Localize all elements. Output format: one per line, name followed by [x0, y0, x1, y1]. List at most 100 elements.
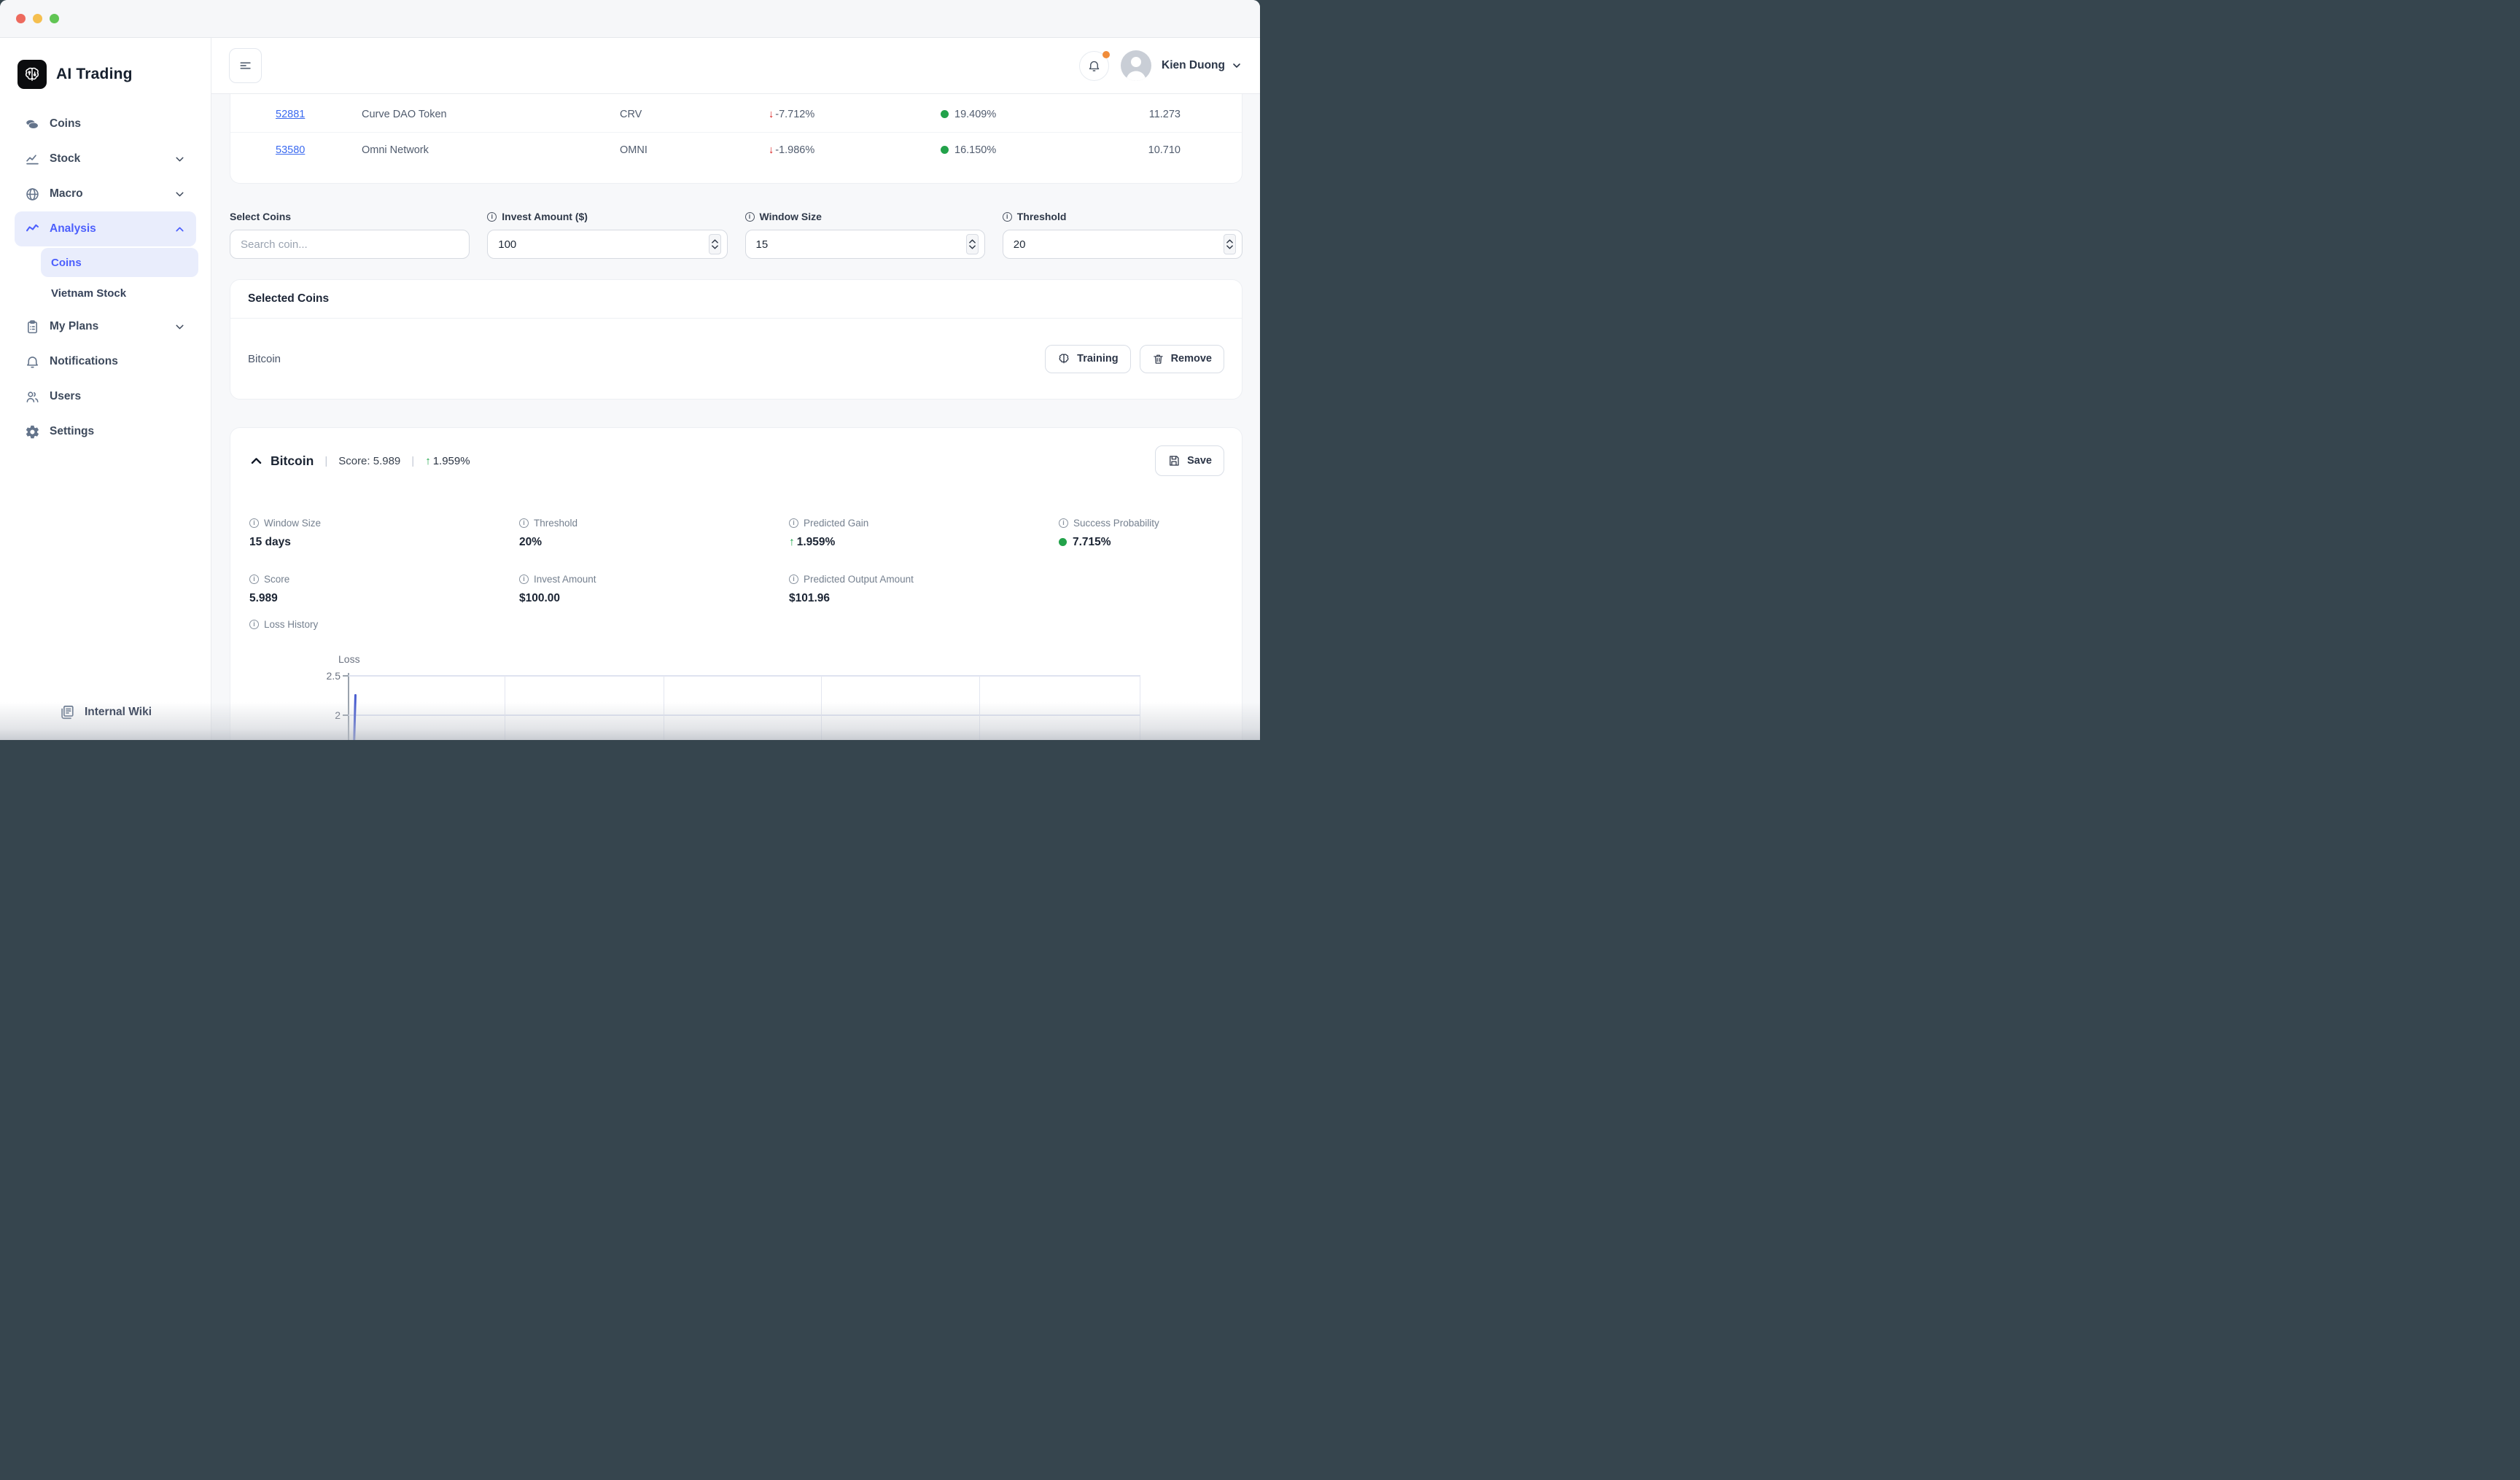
window-size-label: Window Size [745, 210, 985, 223]
threshold-label: Threshold [1003, 210, 1242, 223]
stat-score: Score 5.989 [249, 573, 519, 605]
stock-chart-icon [25, 152, 40, 167]
sidebar-item-label: Coins [50, 117, 81, 131]
info-icon [249, 518, 259, 528]
trend-down-icon [769, 109, 774, 120]
sidebar-subitem-label: Vietnam Stock [51, 287, 126, 300]
sidebar-item-label: Users [50, 390, 81, 403]
loss-series-line [353, 694, 357, 740]
sidebar-subitem-analysis-coins[interactable]: Coins [41, 248, 198, 277]
sidebar-item-notifications[interactable]: Notifications [15, 344, 196, 379]
window-size-input[interactable] [745, 230, 985, 259]
gridline-h [349, 675, 1140, 677]
selected-coin-row: Bitcoin Training [230, 319, 1242, 399]
save-button[interactable]: Save [1155, 445, 1224, 476]
info-icon [249, 620, 259, 629]
y-axis-line [348, 673, 349, 740]
info-icon [519, 575, 529, 584]
chevron-down-icon [1231, 60, 1242, 71]
sidebar-item-macro[interactable]: Macro [15, 176, 196, 211]
stat-success-probability: Success Probability 7.715% [1059, 517, 1260, 549]
loss-chart: Loss 2.5 2 [249, 641, 1224, 740]
stat-invest-amount: Invest Amount $100.00 [519, 573, 789, 605]
info-icon [249, 575, 259, 584]
sidebar-item-label: Settings [50, 425, 94, 438]
brand: AI Trading [0, 58, 211, 90]
search-coin-input[interactable] [230, 230, 470, 259]
gear-icon [25, 424, 40, 440]
info-icon [745, 212, 755, 222]
table-row[interactable]: 52881 Curve DAO Token CRV -7.712% 19.409… [230, 97, 1242, 132]
macos-titlebar [0, 0, 1260, 38]
invest-amount-label: Invest Amount ($) [487, 210, 727, 223]
menu-toggle-button[interactable] [229, 48, 262, 83]
info-icon [519, 518, 529, 528]
wiki-pages-icon [59, 704, 75, 720]
coin-value-cell: 10.710 [1145, 144, 1181, 156]
coin-panel-gain: 1.959% [425, 455, 470, 467]
chevron-down-icon [174, 153, 186, 165]
user-name: Kien Duong [1162, 59, 1225, 72]
coin-id-link[interactable]: 53580 [276, 144, 305, 156]
remove-button[interactable]: Remove [1140, 345, 1224, 373]
green-dot-icon [941, 110, 949, 118]
trend-up-icon [789, 536, 795, 548]
threshold-input[interactable] [1003, 230, 1242, 259]
coin-probability-cell: 16.150% [941, 144, 1145, 156]
trend-down-icon [769, 144, 774, 156]
sidebar-item-my-plans[interactable]: My Plans [15, 309, 196, 344]
number-stepper[interactable] [966, 234, 979, 254]
stat-window-size: Window Size 15 days [249, 517, 519, 549]
notifications-button[interactable] [1079, 51, 1109, 81]
bell-icon [25, 354, 40, 370]
invest-amount-input[interactable] [487, 230, 727, 259]
sidebar-subitem-label: Coins [51, 257, 82, 269]
stat-threshold: Threshold 20% [519, 517, 789, 549]
bitcoin-result-card: Bitcoin Score: 5.989 1.959% Save [230, 427, 1242, 740]
sidebar-nav: Coins Stock [0, 106, 211, 449]
sidebar-item-coins[interactable]: Coins [15, 106, 196, 141]
analysis-controls: Select Coins Invest Amount ($) [230, 210, 1242, 259]
coin-name-cell: Omni Network [362, 144, 620, 156]
table-row[interactable]: 53580 Omni Network OMNI -1.986% 16.150% … [230, 132, 1242, 167]
brain-icon [1057, 352, 1070, 365]
coins-icon [25, 117, 40, 132]
coin-panel-score: Score: 5.989 [338, 455, 400, 467]
window-zoom-button[interactable] [50, 14, 59, 23]
coin-symbol-cell: OMNI [620, 144, 769, 156]
sidebar-item-analysis[interactable]: Analysis [15, 211, 196, 246]
user-menu[interactable]: Kien Duong [1162, 59, 1242, 72]
sidebar-footer-label: Internal Wiki [85, 706, 152, 719]
sidebar-item-stock[interactable]: Stock [15, 141, 196, 176]
info-icon [1059, 518, 1068, 528]
sidebar-item-settings[interactable]: Settings [15, 414, 196, 449]
sidebar-subitem-vietnam-stock[interactable]: Vietnam Stock [41, 279, 198, 308]
window-close-button[interactable] [16, 14, 26, 23]
sidebar-item-users[interactable]: Users [15, 379, 196, 414]
trend-line-icon [25, 222, 40, 237]
save-disk-icon [1167, 454, 1181, 467]
number-stepper[interactable] [709, 234, 721, 254]
bell-icon [1087, 59, 1101, 73]
person-icon [1121, 50, 1151, 81]
training-button[interactable]: Training [1045, 345, 1130, 373]
selected-coins-card: Selected Coins Bitcoin Training [230, 279, 1242, 400]
collapse-chevron-up-icon[interactable] [249, 454, 263, 468]
coin-id-link[interactable]: 52881 [276, 109, 305, 120]
chevron-down-icon [174, 321, 186, 333]
gridline-v [821, 676, 822, 740]
window-minimize-button[interactable] [33, 14, 42, 23]
chart-title: Loss [338, 653, 360, 665]
number-stepper[interactable] [1224, 234, 1236, 254]
y-tick-label: 2.5 [316, 670, 341, 682]
sidebar-item-label: Macro [50, 187, 83, 200]
sidebar-item-label: My Plans [50, 320, 98, 333]
sidebar: AI Trading Coins [0, 38, 211, 740]
coins-table-card: 52881 Curve DAO Token CRV -7.712% 19.409… [230, 94, 1242, 184]
coin-value-cell: 11.273 [1145, 109, 1181, 120]
chevron-down-icon [174, 188, 186, 200]
avatar[interactable] [1121, 50, 1151, 81]
sidebar-item-internal-wiki[interactable]: Internal Wiki [0, 696, 211, 728]
loss-history-label: Loss History [249, 618, 1224, 631]
coin-name-cell: Curve DAO Token [362, 109, 620, 120]
